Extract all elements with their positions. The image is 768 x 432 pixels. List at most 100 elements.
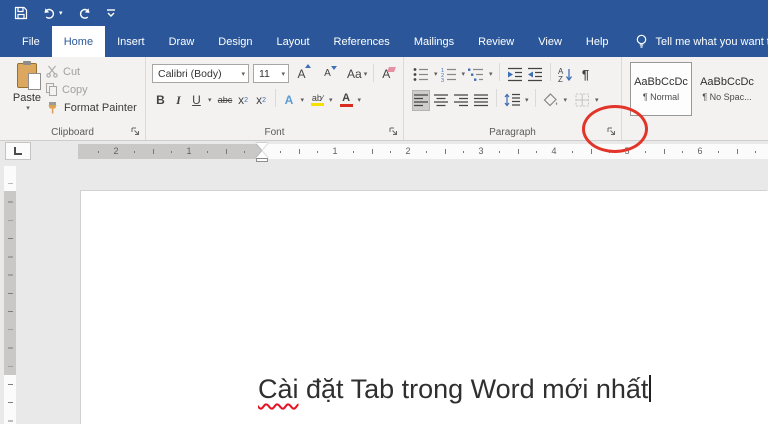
document-page[interactable]: Cài đặt Tab trong Word mới nhất bbox=[81, 191, 768, 432]
numbering-button[interactable]: 123 bbox=[440, 64, 458, 85]
first-line-indent-marker[interactable] bbox=[256, 143, 268, 150]
borders-caret[interactable]: ▾ bbox=[595, 96, 599, 104]
save-icon[interactable] bbox=[14, 5, 28, 21]
underline-dropdown-caret[interactable]: ▾ bbox=[208, 96, 212, 104]
change-case-button[interactable]: Aa ▾ bbox=[347, 63, 367, 84]
cut-button[interactable]: Cut bbox=[46, 65, 137, 78]
redo-icon[interactable] bbox=[77, 5, 92, 21]
decrease-indent-icon bbox=[507, 67, 522, 81]
font-size-caret: ▾ bbox=[281, 70, 285, 78]
paragraph-group: ▾ 123 ▾ ▾ AZ ¶ ▾ ▾ ▾ Paragraph bbox=[404, 57, 622, 140]
bullets-button[interactable] bbox=[412, 64, 430, 85]
align-right-icon bbox=[453, 93, 468, 106]
tell-me-search[interactable]: Tell me what you want to do bbox=[635, 26, 768, 57]
style-name: ¶ Normal bbox=[642, 92, 680, 102]
paragraph-group-label: Paragraph bbox=[489, 127, 536, 138]
paragraph-dialog-launcher[interactable] bbox=[605, 125, 617, 137]
highlight-color-swatch bbox=[311, 103, 325, 106]
tab-mailings[interactable]: Mailings bbox=[402, 26, 466, 57]
sort-button[interactable]: AZ bbox=[557, 64, 575, 85]
shading-caret[interactable]: ▾ bbox=[564, 96, 568, 104]
paste-dropdown-caret[interactable]: ▾ bbox=[26, 104, 30, 112]
text-effects-caret[interactable]: ▾ bbox=[301, 96, 305, 104]
increase-indent-button[interactable] bbox=[526, 64, 544, 85]
tab-design[interactable]: Design bbox=[206, 26, 264, 57]
align-left-button[interactable] bbox=[412, 89, 430, 111]
decrease-indent-button[interactable] bbox=[506, 64, 524, 85]
tab-stop-selector[interactable] bbox=[5, 142, 31, 160]
justify-icon bbox=[473, 93, 488, 106]
font-name-combobox[interactable]: Calibri (Body) ▾ bbox=[152, 64, 249, 83]
style-preview: AaBbCcDc bbox=[634, 76, 688, 88]
italic-button[interactable]: I bbox=[170, 90, 187, 111]
tab-references[interactable]: References bbox=[322, 26, 402, 57]
clipboard-dialog-launcher[interactable] bbox=[129, 125, 141, 137]
shading-button[interactable] bbox=[542, 90, 560, 111]
tab-draw[interactable]: Draw bbox=[157, 26, 207, 57]
tell-me-label: Tell me what you want to do bbox=[655, 35, 768, 48]
tab-view[interactable]: View bbox=[526, 26, 574, 57]
multilevel-list-icon bbox=[468, 68, 484, 81]
subscript-button[interactable]: x2 bbox=[235, 90, 252, 111]
multilevel-caret[interactable]: ▾ bbox=[489, 70, 493, 78]
tab-home[interactable]: Home bbox=[51, 26, 106, 57]
customize-quick-access-icon[interactable] bbox=[106, 5, 116, 21]
style-heading1-partial[interactable]: A H bbox=[762, 62, 768, 116]
underline-button[interactable]: U bbox=[188, 90, 205, 111]
justify-button[interactable] bbox=[472, 90, 490, 111]
clipboard-group: Paste ▾ Cut Copy Format Painter Clipboar… bbox=[0, 57, 146, 140]
bold-button[interactable]: B bbox=[152, 90, 169, 111]
sort-icon: AZ bbox=[558, 67, 573, 84]
numbering-caret[interactable]: ▾ bbox=[462, 70, 466, 78]
indent-markers[interactable] bbox=[255, 143, 269, 162]
line-spacing-caret[interactable]: ▾ bbox=[525, 96, 529, 104]
strikethrough-button[interactable]: abc bbox=[217, 90, 234, 111]
tab-review[interactable]: Review bbox=[466, 26, 526, 57]
style-normal[interactable]: AaBbCcDc ¶ Normal bbox=[630, 62, 692, 116]
document-text-line[interactable]: Cài đặt Tab trong Word mới nhất bbox=[258, 374, 652, 405]
clear-formatting-button[interactable]: A bbox=[380, 63, 397, 84]
tab-help[interactable]: Help bbox=[574, 26, 621, 57]
bullets-icon bbox=[413, 67, 428, 81]
tab-layout[interactable]: Layout bbox=[265, 26, 322, 57]
document-text[interactable]: đặt Tab trong Word mới nhất bbox=[299, 374, 648, 404]
numbering-icon: 123 bbox=[441, 68, 456, 84]
text-effects-button[interactable]: A bbox=[281, 90, 298, 111]
undo-dropdown-caret[interactable]: ▾ bbox=[59, 9, 63, 17]
superscript-button[interactable]: x2 bbox=[253, 90, 270, 111]
line-spacing-icon bbox=[504, 93, 520, 107]
style-no-spacing[interactable]: AaBbCcDc ¶ No Spac... bbox=[696, 62, 758, 116]
undo-icon[interactable]: ▾ bbox=[42, 5, 63, 21]
multilevel-list-button[interactable] bbox=[467, 64, 485, 85]
font-color-caret[interactable]: ▾ bbox=[358, 96, 362, 104]
ruler-number: 4 bbox=[551, 145, 557, 156]
cut-label: Cut bbox=[63, 65, 81, 78]
shrink-font-button[interactable]: A bbox=[319, 63, 337, 84]
line-spacing-button[interactable] bbox=[503, 90, 521, 111]
tab-insert[interactable]: Insert bbox=[105, 26, 157, 57]
grow-font-button[interactable]: A bbox=[293, 63, 311, 84]
align-right-button[interactable] bbox=[452, 90, 470, 111]
borders-button[interactable] bbox=[573, 90, 591, 111]
copy-button[interactable]: Copy bbox=[46, 83, 137, 96]
paste-button[interactable]: Paste ▾ bbox=[8, 61, 46, 125]
tab-file[interactable]: File bbox=[10, 26, 52, 57]
format-painter-icon bbox=[48, 102, 57, 114]
font-dialog-launcher[interactable] bbox=[387, 125, 399, 137]
hanging-indent-marker[interactable] bbox=[256, 151, 268, 158]
text-highlight-button[interactable]: ab⁄ bbox=[309, 90, 326, 111]
show-hide-formatting-button[interactable]: ¶ bbox=[577, 64, 595, 85]
title-bar: ▾ bbox=[0, 0, 768, 26]
bullets-caret[interactable]: ▾ bbox=[434, 70, 438, 78]
misspelled-word[interactable]: Cài bbox=[258, 374, 299, 404]
clipboard-group-label: Clipboard bbox=[51, 127, 94, 138]
align-center-button[interactable] bbox=[432, 90, 450, 111]
ruler-number: 2 bbox=[113, 145, 119, 156]
font-group-label: Font bbox=[264, 127, 285, 138]
horizontal-ruler[interactable]: 2 1 1 2 3 4 5 6 bbox=[78, 143, 768, 162]
font-color-button[interactable]: A bbox=[338, 90, 355, 111]
vertical-ruler[interactable] bbox=[4, 166, 16, 424]
format-painter-button[interactable]: Format Painter bbox=[46, 101, 137, 114]
highlight-caret[interactable]: ▾ bbox=[329, 96, 333, 104]
font-size-combobox[interactable]: 11 ▾ bbox=[253, 64, 289, 83]
